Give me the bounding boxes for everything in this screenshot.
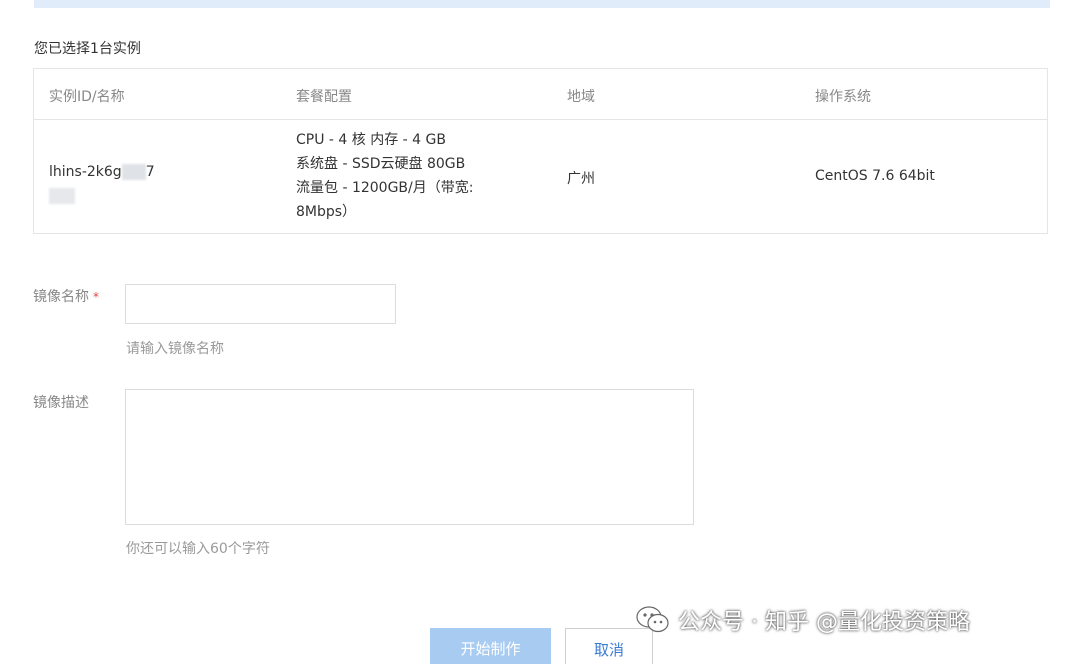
required-mark: *: [93, 290, 99, 304]
header-region: 地域: [567, 89, 595, 105]
package-line-bandwidth: 8Mbps）: [296, 204, 357, 220]
region-cell: 广州: [567, 171, 595, 187]
header-instance-id: 实例ID/名称: [49, 89, 125, 105]
image-name-label: 镜像名称 *: [33, 286, 99, 306]
os-cell: CentOS 7.6 64bit: [815, 168, 935, 184]
header-package: 套餐配置: [296, 89, 352, 105]
instance-id-cell: lhins-2k6g 7: [49, 164, 155, 180]
image-desc-label: 镜像描述: [33, 395, 89, 411]
table-row: lhins-2k6g 7 CPU - 4 核 内存 - 4 GB 系统盘 - SS…: [34, 120, 1047, 234]
redacted-mark: [121, 164, 146, 180]
instance-id-suffix: 7: [145, 164, 155, 180]
package-line-disk: 系统盘 - SSD云硬盘 80GB: [296, 156, 466, 172]
header-os: 操作系统: [815, 89, 871, 105]
table-header: 实例ID/名称 套餐配置 地域 操作系统: [34, 69, 1047, 120]
instance-id-prefix: lhins-2k6g: [49, 164, 122, 180]
image-desc-textarea[interactable]: [125, 389, 694, 525]
wechat-icon: [636, 606, 669, 633]
info-banner: [34, 0, 1050, 8]
package-line-cpu: CPU - 4 核 内存 - 4 GB: [296, 132, 446, 148]
package-line-traffic: 流量包 - 1200GB/月（带宽:: [296, 180, 474, 196]
image-name-label-text: 镜像名称: [33, 289, 89, 305]
start-create-button[interactable]: 开始制作: [430, 628, 551, 664]
image-desc-hint: 你还可以输入60个字符: [126, 541, 270, 557]
package-cell: CPU - 4 核 内存 - 4 GB 系统盘 - SSD云硬盘 80GB 流量…: [296, 128, 473, 224]
instance-table: 实例ID/名称 套餐配置 地域 操作系统 lhins-2k6g 7 CPU - 4…: [33, 68, 1048, 234]
create-image-page: 您已选择1台实例 实例ID/名称 套餐配置 地域 操作系统 lhins-2k6g…: [0, 0, 1080, 664]
watermark: 公众号 · 知乎 @量化投资策略: [636, 602, 970, 638]
selected-instances-note: 您已选择1台实例: [34, 41, 141, 57]
redacted-instance-name: [49, 188, 75, 204]
image-name-input[interactable]: [125, 284, 396, 324]
watermark-text: 公众号 · 知乎 @量化投资策略: [678, 610, 970, 635]
image-name-hint: 请输入镜像名称: [126, 341, 224, 357]
